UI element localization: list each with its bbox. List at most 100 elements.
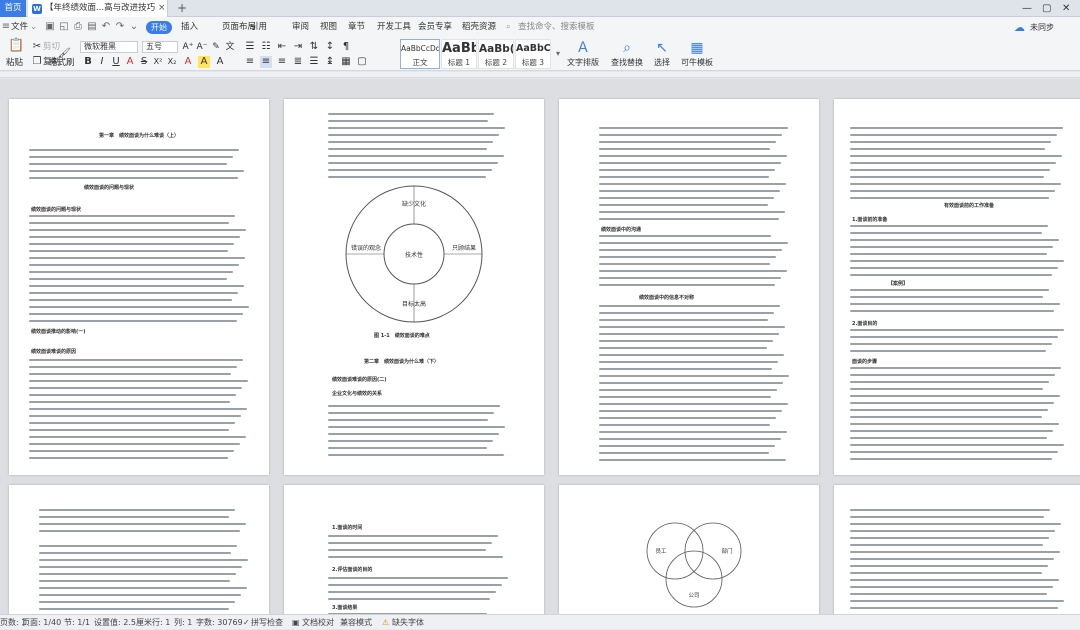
- page-5[interactable]: [9, 485, 269, 614]
- tab-document[interactable]: W 【年终绩效面...高与改进技巧: [28, 0, 168, 17]
- tab-close-icon[interactable]: ×: [158, 0, 166, 17]
- page-6[interactable]: 1.面谈的时间 2.评估面谈的目的 3.面谈结果: [284, 485, 544, 614]
- justify-icon[interactable]: ≣: [292, 56, 304, 68]
- copy-icon[interactable]: ❐: [31, 56, 43, 68]
- style-heading-1[interactable]: AaBb 标题 1: [441, 39, 477, 69]
- subscript-icon[interactable]: X₂: [166, 56, 178, 68]
- status-column[interactable]: 列: 1: [174, 615, 192, 630]
- more-icon[interactable]: ⌄: [128, 21, 140, 33]
- strikethrough-icon[interactable]: S: [138, 56, 150, 68]
- print-preview-icon[interactable]: ◱: [58, 21, 70, 33]
- page-7[interactable]: 员工 部门 公司: [559, 485, 819, 614]
- style-heading-2[interactable]: AaBb( 标题 2: [478, 39, 514, 69]
- char-border-icon[interactable]: A: [214, 56, 226, 68]
- font-color-icon[interactable]: A: [182, 56, 194, 68]
- font-name-select[interactable]: 微软雅黑: [80, 41, 138, 53]
- menu-item-references[interactable]: 引用: [250, 17, 267, 38]
- status-missing-font[interactable]: 缺失字体: [392, 615, 424, 630]
- sync-status[interactable]: 未同步: [1030, 17, 1054, 38]
- text-line: [850, 437, 1047, 439]
- decrease-indent-icon[interactable]: ⇤: [276, 41, 288, 53]
- document-area: 第一章 绩效面谈为什么难谈（上） 绩效面谈的问题与现状 绩效面谈的问题与现状 绩…: [0, 79, 1080, 614]
- search-command-input[interactable]: 查找命令、搜索模板: [518, 17, 595, 38]
- show-marks-icon[interactable]: ¶: [340, 41, 352, 53]
- status-section[interactable]: 节: 1/1: [64, 615, 90, 630]
- italic-icon[interactable]: I: [96, 56, 108, 68]
- paste-icon[interactable]: 📋: [8, 39, 24, 52]
- menu-item-docer[interactable]: 稻壳资源: [462, 17, 496, 38]
- find-replace-label: 查找替换: [611, 58, 643, 67]
- clear-format-icon[interactable]: ✎: [210, 41, 222, 53]
- cloud-icon[interactable]: ☁: [1014, 17, 1025, 38]
- export-pdf-icon[interactable]: ▤: [86, 21, 98, 33]
- shrink-font-icon[interactable]: A⁻: [196, 41, 208, 53]
- align-left-icon[interactable]: ≡: [244, 56, 256, 68]
- warning-icon[interactable]: ⚠: [382, 615, 389, 630]
- chinese-layout-icon[interactable]: ⇅: [308, 41, 320, 53]
- status-page-number[interactable]: 页面: 1/40: [22, 615, 61, 630]
- text-line: [850, 350, 1046, 352]
- styles-more-icon[interactable]: ▾: [552, 48, 564, 60]
- menu-item-section[interactable]: 章节: [348, 17, 365, 38]
- status-spellcheck[interactable]: 拼写检查: [251, 615, 283, 630]
- shading-icon[interactable]: ▦: [340, 56, 352, 68]
- menu-item-start[interactable]: 开始: [146, 21, 172, 34]
- align-right-icon[interactable]: ≡: [276, 56, 288, 68]
- print-icon[interactable]: ⎙: [72, 21, 84, 33]
- page-1[interactable]: 第一章 绩效面谈为什么难谈（上） 绩效面谈的问题与现状 绩效面谈的问题与现状 绩…: [9, 99, 269, 475]
- search-icon[interactable]: ⌕: [506, 17, 511, 38]
- minimize-icon[interactable]: —: [1022, 0, 1032, 17]
- highlight-icon[interactable]: A: [124, 56, 136, 68]
- status-position[interactable]: 设置值: 2.5厘米: [94, 615, 152, 630]
- grow-font-icon[interactable]: A⁺: [182, 41, 194, 53]
- new-tab-icon[interactable]: +: [177, 0, 187, 16]
- pinyin-icon[interactable]: 文: [224, 41, 236, 53]
- template-button[interactable]: ▦ 可牛模板: [680, 39, 714, 68]
- maximize-icon[interactable]: ▢: [1042, 0, 1051, 17]
- distribute-icon[interactable]: ☰: [308, 56, 320, 68]
- menu-file-dropdown-icon[interactable]: ⌄: [30, 17, 37, 38]
- style-heading-3[interactable]: AaBbC 标题 3: [515, 39, 551, 69]
- page-3[interactable]: 绩效面谈中的信息不对称 绩效面谈中的沟通: [559, 99, 819, 475]
- status-word-count[interactable]: 字数: 30769: [196, 615, 243, 630]
- page-8[interactable]: [834, 485, 1080, 614]
- close-window-icon[interactable]: ✕: [1062, 0, 1070, 17]
- spellcheck-icon[interactable]: ✓: [243, 615, 250, 630]
- text-highlight-icon[interactable]: A: [198, 56, 210, 68]
- menu-item-review[interactable]: 审阅: [292, 17, 309, 38]
- paste-button[interactable]: 粘贴: [6, 57, 23, 69]
- status-line[interactable]: 行: 1: [152, 615, 170, 630]
- bold-icon[interactable]: B: [82, 56, 94, 68]
- status-compat-mode[interactable]: 兼容模式: [340, 615, 372, 630]
- cut-icon[interactable]: ✂: [31, 41, 43, 53]
- menu-item-insert[interactable]: 插入: [181, 17, 198, 38]
- align-center-icon[interactable]: ≡: [260, 56, 272, 68]
- find-replace-button[interactable]: ⌕ 查找替换: [610, 39, 644, 68]
- menu-item-member[interactable]: 会员专享: [418, 17, 452, 38]
- superscript-icon[interactable]: X²: [152, 56, 164, 68]
- increase-indent-icon[interactable]: ⇥: [292, 41, 304, 53]
- format-painter-button[interactable]: 格式刷: [49, 57, 75, 69]
- redo-icon[interactable]: ↷: [114, 21, 126, 33]
- select-button[interactable]: ↖ 选择: [650, 39, 674, 68]
- line-spacing-icon[interactable]: ↨: [324, 56, 336, 68]
- numbered-list-icon[interactable]: ☷: [260, 41, 272, 53]
- undo-icon[interactable]: ↶: [100, 21, 112, 33]
- menu-item-developer[interactable]: 开发工具: [377, 17, 411, 38]
- border-icon[interactable]: ▢: [356, 56, 368, 68]
- doc-check-icon[interactable]: ▣: [292, 615, 300, 630]
- save-icon[interactable]: ▣: [44, 21, 56, 33]
- page-4[interactable]: 有效面谈前的工作准备 1.面谈前的准备 【案例】 2.面谈目的 面谈的步骤: [834, 99, 1080, 475]
- sort-icon[interactable]: ↕: [324, 41, 336, 53]
- style-normal[interactable]: AaBbCcDd 正文: [400, 39, 440, 69]
- text-layout-button[interactable]: Ａ 文字排版: [566, 39, 600, 68]
- menu-file[interactable]: 文件: [11, 17, 28, 38]
- font-size-select[interactable]: 五号: [142, 41, 178, 53]
- menu-item-view[interactable]: 视图: [320, 17, 337, 38]
- bullet-list-icon[interactable]: ☰: [244, 41, 256, 53]
- page-2[interactable]: 缺少文化 错误的观念 技术性 只顾结果 目标太高 图 1-1 绩效面谈的难点 第…: [284, 99, 544, 475]
- status-doc-check[interactable]: 文档校对: [302, 615, 334, 630]
- tab-home[interactable]: 首页: [0, 0, 26, 17]
- underline-icon[interactable]: U: [110, 56, 122, 68]
- text-line: [39, 559, 248, 561]
